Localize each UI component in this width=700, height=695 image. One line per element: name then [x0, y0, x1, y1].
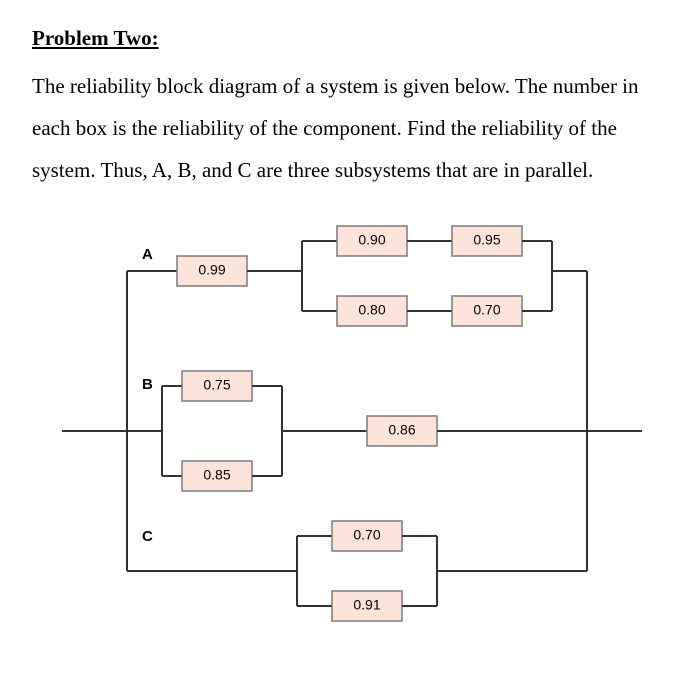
- component-value: 0.70: [473, 302, 500, 318]
- component-value: 0.80: [358, 302, 385, 318]
- component-value: 0.90: [358, 232, 385, 248]
- problem-statement: The reliability block diagram of a syste…: [32, 65, 682, 191]
- subsystem-label-a: A: [142, 246, 153, 263]
- component-value: 0.75: [203, 377, 230, 393]
- component-value: 0.85: [203, 467, 230, 483]
- subsystem-label-b: B: [142, 376, 153, 393]
- component-value: 0.95: [473, 232, 500, 248]
- page: Problem Two: The reliability block diagr…: [0, 0, 700, 631]
- component-value: 0.70: [353, 527, 380, 543]
- problem-heading: Problem Two:: [32, 26, 682, 51]
- reliability-block-diagram: A 0.99 0.90 0.95 0.80 0.70: [32, 211, 672, 631]
- component-value: 0.99: [198, 262, 225, 278]
- component-value: 0.91: [353, 597, 380, 613]
- subsystem-label-c: C: [142, 528, 153, 545]
- component-value: 0.86: [388, 422, 415, 438]
